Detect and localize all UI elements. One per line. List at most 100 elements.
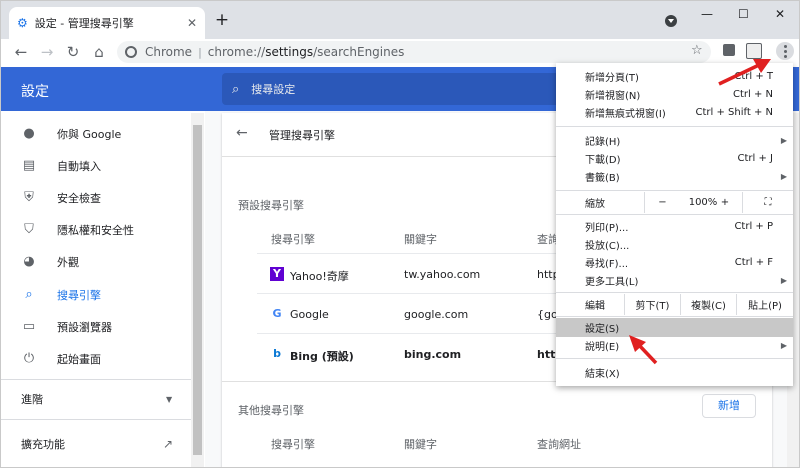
settings-search-input[interactable]: ⌕ 搜尋設定 — [222, 73, 562, 105]
menu-item-new-tab[interactable]: 新增分頁(T) Ctrl + T — [556, 67, 793, 86]
menu-shortcut: Ctrl + T — [734, 71, 773, 82]
sidebar-advanced[interactable]: 進階 ▼ — [1, 384, 205, 414]
url-main: settings — [265, 45, 314, 59]
engine-keyword: tw.yahoo.com — [404, 268, 481, 281]
menu-label: 下載(D) — [585, 155, 621, 166]
sidebar-item-autofill[interactable]: ▤ 自動填入 — [1, 151, 205, 181]
maximize-button[interactable]: ☐ — [738, 7, 749, 21]
gear-icon: ⚙ — [17, 16, 28, 30]
home-icon[interactable]: ⌂ — [89, 42, 109, 62]
menu-label: 列印(P)... — [585, 223, 629, 234]
engine-name: Yahoo!奇摩 — [290, 270, 349, 283]
new-tab-button[interactable]: + — [213, 11, 231, 29]
column-header-keyword: 關鍵字 — [404, 438, 437, 451]
submenu-arrow-icon: ▶ — [780, 276, 787, 285]
menu-label: 結束(X) — [585, 369, 620, 380]
sidebar-item-label: 外觀 — [57, 256, 79, 269]
sidebar-item-label: 隱私權和安全性 — [57, 224, 134, 237]
menu-shortcut: Ctrl + N — [732, 89, 773, 100]
zoom-out-button[interactable]: − — [644, 192, 680, 213]
menu-separator — [556, 316, 793, 317]
menu-separator — [556, 292, 793, 293]
copy-button[interactable]: 複製(C) — [680, 294, 736, 315]
sidebar-item-appearance[interactable]: ◕ 外觀 — [1, 247, 205, 277]
url-path: /searchEngines — [313, 45, 405, 59]
tab-strip: ⚙ 設定 - 管理搜尋引擎 ✕ + — ☐ ✕ — [1, 1, 799, 39]
menu-label: 更多工具(L) — [585, 277, 639, 288]
menu-label: 書籤(B) — [585, 173, 620, 184]
sidebar-item-on-startup[interactable]: ⏻ 起始畫面 — [1, 344, 205, 374]
sidebar-item-label: 預設瀏覽器 — [57, 321, 112, 334]
sidebar-item-label: 搜尋引擎 — [57, 289, 101, 302]
bing-favicon-icon: b — [273, 347, 281, 360]
power-icon: ⏻ — [23, 351, 35, 366]
menu-separator — [556, 358, 793, 359]
sidebar-item-privacy[interactable]: ⛉ 隱私權和安全性 — [1, 215, 205, 245]
menu-shortcut: Ctrl + J — [737, 153, 773, 164]
menu-item-history[interactable]: 記錄(H) ▶ — [556, 131, 793, 150]
menu-item-new-window[interactable]: 新增視窗(N) Ctrl + N — [556, 85, 793, 104]
menu-label: 說明(E) — [585, 342, 620, 353]
sidebar-item-search-engine[interactable]: ⌕ 搜尋引擎 — [1, 280, 205, 310]
menu-item-more-tools[interactable]: 更多工具(L) ▶ — [556, 271, 793, 290]
engine-name: Google — [290, 308, 329, 321]
menu-label: 記錄(H) — [585, 137, 621, 148]
menu-separator — [556, 214, 793, 215]
column-header-engine: 搜尋引擎 — [271, 438, 315, 451]
menu-item-help[interactable]: 說明(E) ▶ — [556, 336, 793, 355]
chrome-icon — [125, 46, 137, 58]
menu-item-bookmarks[interactable]: 書籤(B) ▶ — [556, 167, 793, 186]
palette-icon: ◕ — [23, 254, 35, 269]
back-arrow-icon[interactable]: ← — [236, 125, 248, 141]
back-arrow-icon[interactable]: ← — [11, 42, 31, 62]
menu-separator — [556, 126, 793, 127]
sidebar-item-default-browser[interactable]: ▭ 預設瀏覽器 — [1, 312, 205, 342]
cut-button[interactable]: 剪下(T) — [624, 294, 680, 315]
search-icon: ⌕ — [232, 81, 240, 97]
bookmark-star-icon[interactable]: ☆ — [691, 43, 703, 58]
sidebar-item-safety-check[interactable]: ⛨ 安全檢查 — [1, 183, 205, 213]
sidebar-scrollbar-thumb[interactable] — [193, 125, 202, 455]
sidebar-scrollbar[interactable] — [191, 113, 204, 467]
menu-item-cast[interactable]: 投放(C)... — [556, 235, 793, 254]
extensions-puzzle-icon[interactable] — [723, 44, 735, 56]
zoom-in-button[interactable]: + — [710, 192, 740, 213]
tab-search-icon[interactable] — [665, 15, 677, 27]
tab-settings[interactable]: ⚙ 設定 - 管理搜尋引擎 ✕ — [9, 7, 205, 39]
sidebar-item-label: 自動填入 — [57, 160, 101, 173]
column-header-keyword: 關鍵字 — [404, 233, 437, 246]
close-tab-icon[interactable]: ✕ — [187, 16, 197, 30]
sidebar-divider — [1, 379, 191, 380]
address-bar[interactable]: Chrome | chrome://settings/searchEngines — [117, 41, 711, 63]
browser-icon: ▭ — [22, 319, 36, 334]
yahoo-favicon-icon: Y — [270, 267, 284, 281]
menu-kebab-icon[interactable] — [776, 42, 794, 60]
sidebar-extensions[interactable]: 擴充功能 ↗ — [1, 429, 205, 459]
menu-item-find[interactable]: 尋找(F)... Ctrl + F — [556, 253, 793, 272]
minimize-button[interactable]: — — [701, 7, 713, 21]
clipboard-icon: ▤ — [22, 158, 36, 173]
menu-item-incognito[interactable]: 新增無痕式視窗(I) Ctrl + Shift + N — [556, 103, 793, 122]
fullscreen-icon[interactable]: ⛶ — [742, 192, 793, 213]
menu-shortcut: Ctrl + F — [734, 257, 773, 268]
menu-item-downloads[interactable]: 下載(D) Ctrl + J — [556, 149, 793, 168]
submenu-arrow-icon: ▶ — [780, 341, 787, 350]
google-favicon-icon: G — [272, 307, 282, 320]
reload-icon[interactable]: ↻ — [63, 42, 83, 62]
menu-edit-row: 編輯 剪下(T) 複製(C) 貼上(P) — [556, 294, 793, 315]
add-engine-button[interactable]: 新增 — [702, 394, 756, 418]
person-icon: ● — [23, 126, 35, 141]
chevron-down-icon: ▼ — [166, 394, 173, 404]
menu-item-print[interactable]: 列印(P)... Ctrl + P — [556, 217, 793, 236]
menu-shortcut: Ctrl + Shift + N — [695, 107, 773, 118]
menu-item-settings[interactable]: 設定(S) — [556, 318, 793, 337]
engine-name: Bing (預設) — [290, 350, 354, 363]
settings-title: 設定 — [21, 84, 49, 100]
menu-item-exit[interactable]: 結束(X) — [556, 363, 793, 382]
extension-icon[interactable] — [746, 43, 762, 59]
url-prefix: chrome:// — [207, 45, 266, 59]
close-window-button[interactable]: ✕ — [775, 7, 785, 21]
sidebar-item-you-and-google[interactable]: ● 你與 Google — [1, 119, 205, 149]
paste-button[interactable]: 貼上(P) — [736, 294, 793, 315]
forward-arrow-icon[interactable]: → — [37, 42, 57, 62]
